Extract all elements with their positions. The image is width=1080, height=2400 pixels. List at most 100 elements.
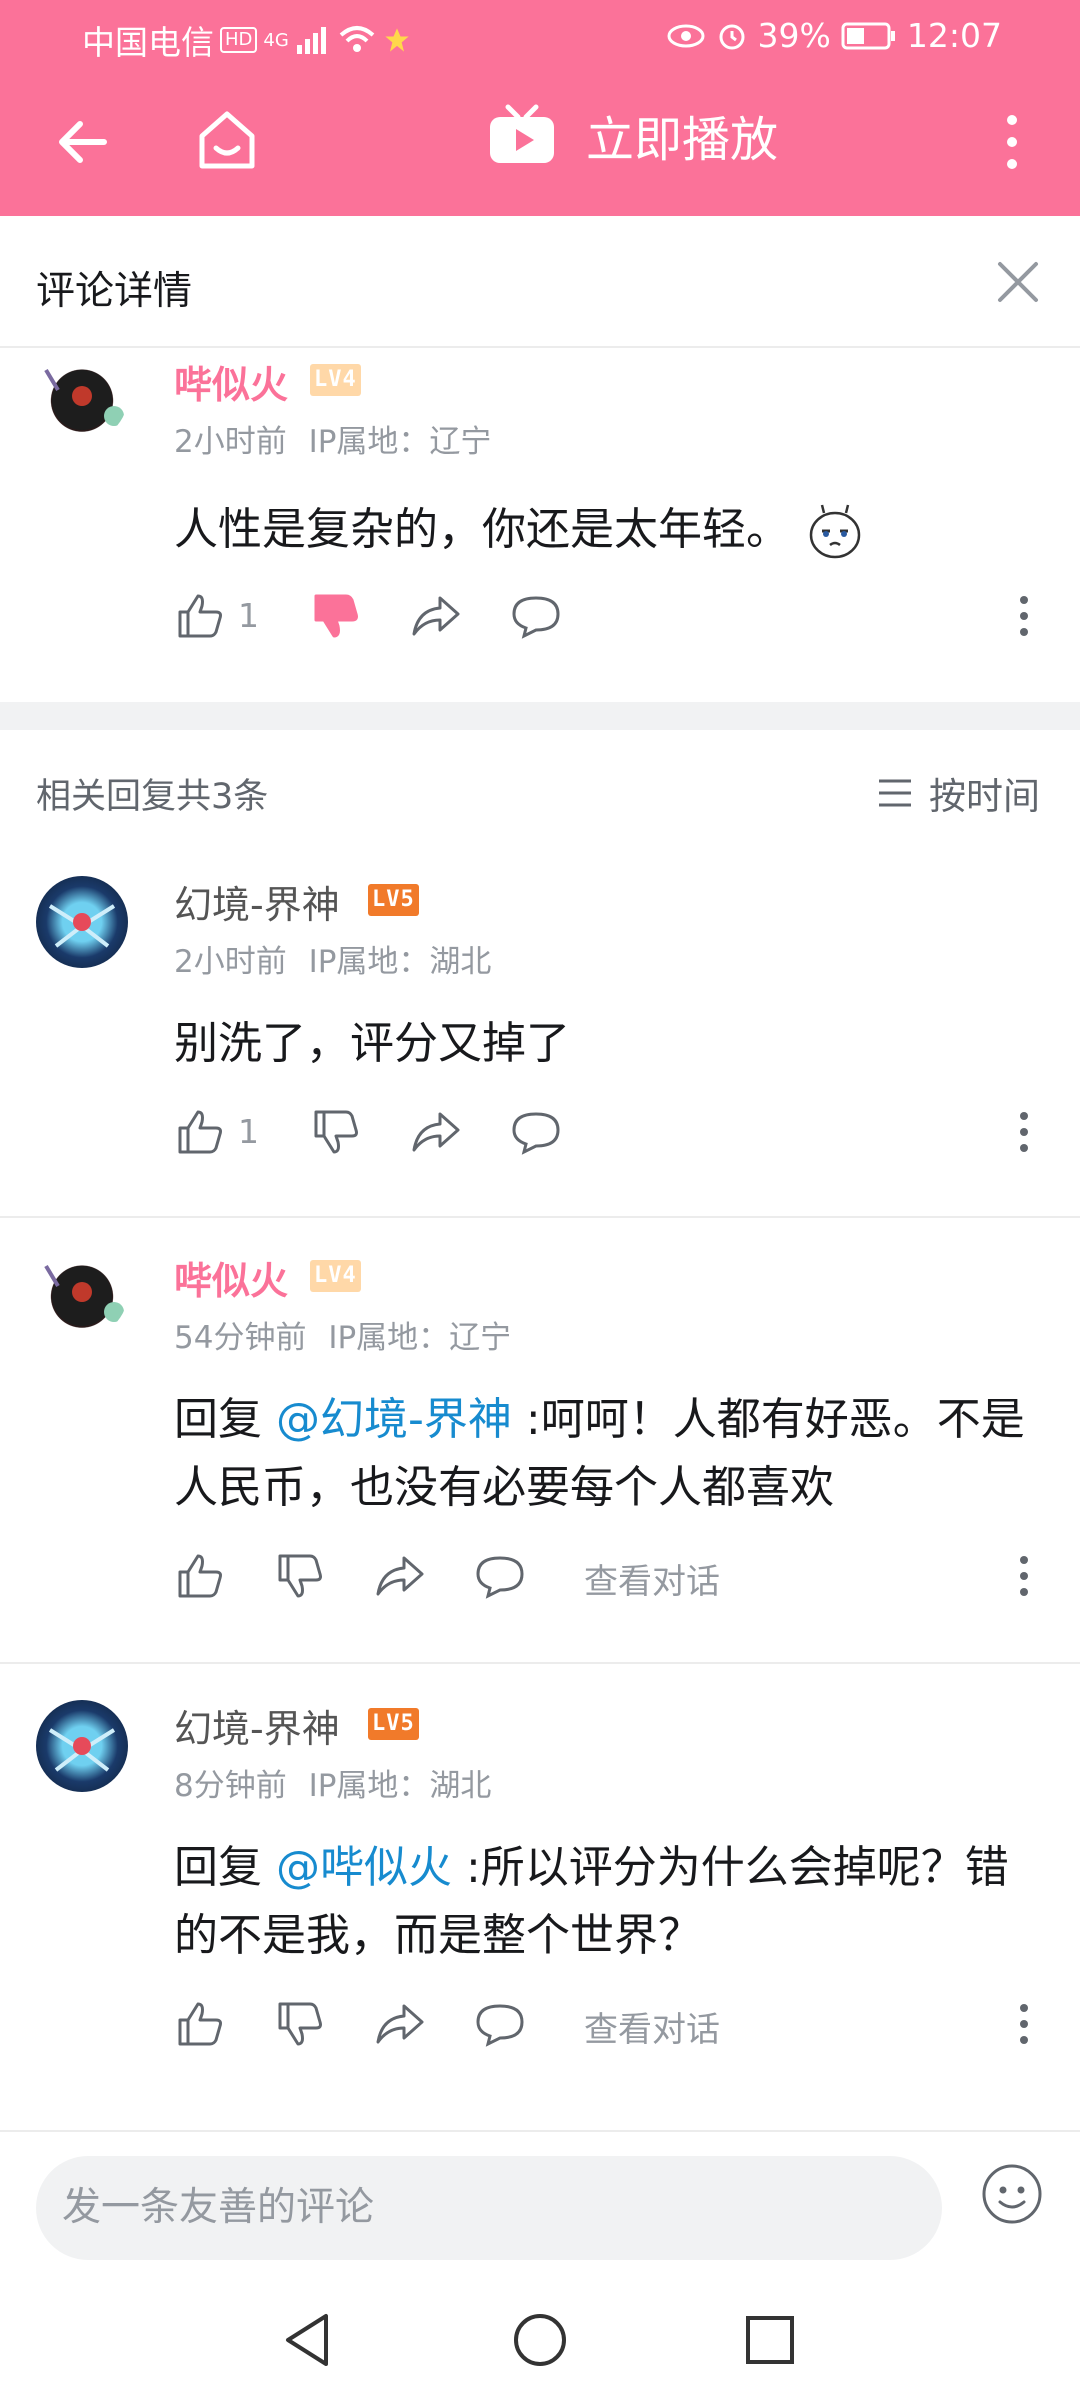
- more-vertical-icon[interactable]: [992, 102, 1032, 182]
- comment-ip: IP属地：湖北: [308, 944, 492, 980]
- home-icon[interactable]: [192, 100, 262, 180]
- divider: [0, 1662, 1080, 1664]
- comment-text: 人性是复杂的，你还是太年轻。: [174, 496, 1044, 564]
- avatar-illustration-icon: [44, 368, 124, 430]
- reply-item: 哔似火 LV4 54分钟前 IP属地：辽宁 回复 @幻境-界神 :呵呵！人都有好…: [0, 1246, 1080, 1646]
- share-icon[interactable]: [410, 590, 462, 642]
- network-label: 4G: [263, 29, 289, 51]
- carrier-label: 中国电信: [82, 23, 214, 62]
- comment-text: 回复 @哔似火 :所以评分为什么会掉呢？错的不是我，而是整个世界？: [174, 1834, 1044, 1970]
- username[interactable]: 幻境-界神: [174, 1698, 340, 1753]
- dislike-icon[interactable]: [274, 1550, 326, 1602]
- comment-meta: 2小时前 IP属地：辽宁: [174, 416, 491, 461]
- more-vertical-icon[interactable]: [1004, 1998, 1044, 2050]
- nav-recents-icon[interactable]: [740, 2310, 800, 2370]
- avatar[interactable]: [36, 876, 128, 968]
- avatar-illustration-icon: [44, 1264, 124, 1326]
- list-icon: [879, 779, 911, 807]
- system-nav-bar: [0, 2280, 1080, 2400]
- view-conversation-link[interactable]: 查看对话: [584, 2002, 720, 2051]
- section-divider: [0, 702, 1080, 730]
- hd-badge: HD: [220, 27, 258, 53]
- avatar-illustration-icon: [48, 1728, 116, 1772]
- tv-play-icon: [490, 104, 554, 163]
- comment-text-body: 人性是复杂的，你还是太年轻。: [174, 504, 790, 555]
- reply-item: 幻境-界神 LV5 2小时前 IP属地：湖北 别洗了，评分又掉了 1: [0, 870, 1080, 1210]
- nav-home-icon[interactable]: [510, 2310, 570, 2370]
- more-vertical-icon[interactable]: [1004, 1550, 1044, 1602]
- comment-meta: 8分钟前 IP属地：湖北: [174, 1760, 491, 1805]
- share-icon[interactable]: [374, 1550, 426, 1602]
- main-comment: 哔似火 LV4 2小时前 IP属地：辽宁 人性是复杂的，你还是太年轻。 1: [0, 350, 1080, 700]
- play-now-button[interactable]: 立即播放: [486, 100, 778, 170]
- page-title: 评论详情: [36, 269, 193, 314]
- like-icon[interactable]: [174, 1998, 226, 2050]
- view-conversation-link[interactable]: 查看对话: [584, 1554, 720, 1603]
- level-badge: LV5: [368, 884, 419, 916]
- like-icon[interactable]: [174, 1550, 226, 1602]
- status-bar: 中国电信 HD 4G 39% 12:07: [0, 0, 1080, 72]
- comment-text: 回复 @幻境-界神 :呵呵！人都有好恶。不是人民币，也没有必要每个人都喜欢: [174, 1386, 1044, 1522]
- mention-link[interactable]: @哔似火: [276, 1842, 452, 1893]
- comment-time: 8分钟前: [174, 1768, 287, 1804]
- play-now-label: 立即播放: [586, 112, 779, 168]
- comment-input[interactable]: 发一条友善的评论: [36, 2156, 942, 2260]
- like-count: 1: [238, 596, 259, 635]
- comment-detail-header: 评论详情: [0, 216, 1080, 348]
- comment-meta: 54分钟前 IP属地：辽宁: [174, 1312, 511, 1357]
- replies-header: 相关回复共3条 按时间: [0, 730, 1080, 842]
- reply-prefix: 回复: [174, 1394, 276, 1445]
- alarm-icon: [719, 24, 745, 49]
- comment-time: 54分钟前: [174, 1320, 307, 1356]
- mention-link[interactable]: @幻境-界神: [276, 1394, 512, 1445]
- close-icon[interactable]: [992, 256, 1044, 308]
- like-icon[interactable]: [174, 590, 226, 642]
- clock: 12:07: [906, 16, 1002, 55]
- back-arrow-icon[interactable]: [54, 102, 114, 182]
- more-vertical-icon[interactable]: [1004, 1106, 1044, 1158]
- comment-time: 2小时前: [174, 944, 287, 980]
- reply-prefix: 回复: [174, 1842, 276, 1893]
- comment-input-bar: 发一条友善的评论: [0, 2130, 1080, 2280]
- more-vertical-icon[interactable]: [1004, 590, 1044, 642]
- dislike-icon[interactable]: [274, 1998, 326, 2050]
- comment-text: 别洗了，评分又掉了: [174, 1018, 570, 1069]
- level-badge: LV4: [310, 364, 361, 396]
- avatar[interactable]: [36, 350, 128, 442]
- share-icon[interactable]: [410, 1106, 462, 1158]
- reply-icon[interactable]: [474, 1550, 526, 1602]
- dislike-icon[interactable]: [310, 590, 362, 642]
- username[interactable]: 哔似火: [174, 1250, 288, 1305]
- avatar[interactable]: [36, 1246, 128, 1338]
- star-icon: [385, 28, 409, 52]
- signal-icon: [296, 27, 326, 54]
- username[interactable]: 哔似火: [174, 354, 288, 409]
- like-count: 1: [238, 1112, 259, 1151]
- sort-label: 按时间: [929, 775, 1040, 818]
- reply-icon[interactable]: [510, 1106, 562, 1158]
- top-bar: 中国电信 HD 4G 39% 12:07 立即播放: [0, 0, 1080, 216]
- comment-actions: 1: [174, 590, 1044, 650]
- comment-time: 2小时前: [174, 424, 287, 460]
- comment-actions: 查看对话: [174, 1998, 1044, 2058]
- level-badge: LV5: [368, 1708, 419, 1740]
- comment-ip: IP属地：辽宁: [308, 424, 492, 460]
- username[interactable]: 幻境-界神: [174, 874, 340, 929]
- dislike-icon[interactable]: [310, 1106, 362, 1158]
- wifi-icon: [339, 26, 375, 52]
- eye-icon: [667, 24, 705, 47]
- like-icon[interactable]: [174, 1106, 226, 1158]
- avatar[interactable]: [36, 1700, 128, 1792]
- reply-icon[interactable]: [474, 1998, 526, 2050]
- reply-icon[interactable]: [510, 590, 562, 642]
- nav-back-icon[interactable]: [280, 2310, 340, 2370]
- comment-meta: 2小时前 IP属地：湖北: [174, 936, 491, 981]
- emoji-icon[interactable]: [980, 2162, 1044, 2226]
- divider: [0, 1216, 1080, 1218]
- comment-actions: 查看对话: [174, 1550, 1044, 1610]
- share-icon[interactable]: [374, 1998, 426, 2050]
- avatar-illustration-icon: [48, 904, 116, 948]
- reply-item: 幻境-界神 LV5 8分钟前 IP属地：湖北 回复 @哔似火 :所以评分为什么会…: [0, 1694, 1080, 2114]
- sticker-emoji-icon: [809, 504, 861, 559]
- sort-button[interactable]: 按时间: [877, 766, 1040, 820]
